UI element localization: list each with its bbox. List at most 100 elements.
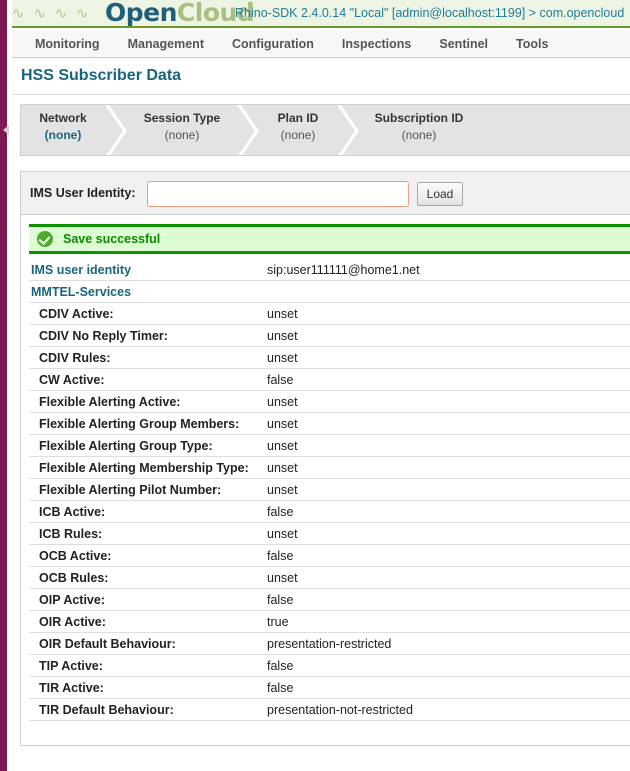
breadcrumb-item-value: (none)	[127, 128, 237, 142]
breadcrumb-item-name: Session Type	[127, 111, 237, 125]
table-row: Flexible Alerting Pilot Number: unset	[29, 479, 630, 501]
left-sidebar-rail	[0, 0, 7, 771]
row-label: MMTEL-Services	[29, 285, 131, 299]
table-row: CW Active:false	[29, 369, 630, 391]
breadcrumb-item-subscription-id[interactable]: Subscription ID (none)	[359, 105, 479, 156]
row-value: unset	[267, 461, 298, 475]
breadcrumb-item-name: Network	[21, 111, 105, 125]
chevron-left-icon	[3, 125, 9, 135]
sidebar-collapse-handle[interactable]	[0, 122, 12, 138]
breadcrumb-item-name: Subscription ID	[359, 111, 479, 125]
ims-user-identity-label: IMS User Identity:	[30, 186, 136, 200]
load-form-panel: IMS User Identity: Load	[20, 171, 630, 215]
row-label: ICB Active:	[29, 505, 105, 519]
row-value: false	[267, 659, 293, 673]
session-info: Rhino-SDK 2.4.0.14 "Local" [admin@localh…	[235, 6, 624, 20]
row-label: Flexible Alerting Pilot Number:	[29, 483, 221, 497]
table-row: ICB Rules: unset	[29, 523, 630, 545]
breadcrumb-separator-icon	[105, 105, 127, 156]
breadcrumb-item-network[interactable]: Network (none)	[21, 105, 105, 156]
row-value: false	[267, 681, 293, 695]
main-navigation: Monitoring Management Configuration Insp…	[7, 30, 630, 58]
row-value: false	[267, 373, 293, 387]
row-value: false	[267, 549, 293, 563]
table-row: OIR Active: true	[29, 611, 630, 633]
nav-item-sentinel[interactable]: Sentinel	[425, 37, 502, 51]
row-label: Flexible Alerting Group Type:	[29, 439, 213, 453]
nav-item-tools[interactable]: Tools	[502, 37, 562, 51]
breadcrumb-item-session-type[interactable]: Session Type (none)	[127, 105, 237, 156]
breadcrumb-item-value: (none)	[21, 128, 105, 142]
row-label: OIR Active:	[29, 615, 106, 629]
row-value: sip:user111111@home1.net	[267, 263, 420, 277]
page-title-bar: HSS Subscriber Data	[12, 59, 630, 95]
row-label: TIR Default Behaviour:	[29, 703, 174, 717]
row-label: ICB Rules:	[29, 527, 102, 541]
table-row: OIP Active: false	[29, 589, 630, 611]
row-label: Flexible Alerting Group Members:	[29, 417, 239, 431]
row-value: presentation-not-restricted	[267, 703, 413, 717]
table-row: ICB Active: false	[29, 501, 630, 523]
sidebar-gutter	[7, 0, 12, 771]
table-row: OCB Rules: unset	[29, 567, 630, 589]
check-circle-icon	[37, 231, 53, 247]
nav-item-monitoring[interactable]: Monitoring	[21, 37, 114, 51]
breadcrumb-item-value: (none)	[259, 128, 337, 142]
row-label: Flexible Alerting Membership Type:	[29, 461, 249, 475]
table-row: TIR Active: false	[29, 677, 630, 699]
row-value: unset	[267, 329, 298, 343]
row-value: unset	[267, 417, 298, 431]
row-label: IMS user identity	[29, 263, 131, 277]
row-value: unset	[267, 307, 298, 321]
row-value: presentation-restricted	[267, 637, 391, 651]
row-value: unset	[267, 439, 298, 453]
page-title: HSS Subscriber Data	[21, 67, 181, 85]
status-banner: Save successful	[29, 224, 630, 254]
table-row: OIR Default Behaviour: presentation-restr…	[29, 633, 630, 655]
ims-user-identity-input[interactable]	[147, 181, 409, 207]
status-banner-text: Save successful	[63, 232, 160, 246]
nav-item-configuration[interactable]: Configuration	[218, 37, 328, 51]
breadcrumb-item-value: (none)	[359, 128, 479, 142]
row-value: unset	[267, 483, 298, 497]
row-value: unset	[267, 351, 298, 365]
table-section-row: IMS user identity sip:user111111@home1.ne…	[29, 259, 630, 281]
table-row: CDIV Rules: unset	[29, 347, 630, 369]
row-value: true	[267, 615, 289, 629]
table-row: OCB Active: false	[29, 545, 630, 567]
table-row: CDIV Active: unset	[29, 303, 630, 325]
table-row: Flexible Alerting Membership Type: unset	[29, 457, 630, 479]
row-value: false	[267, 505, 293, 519]
nav-item-inspections[interactable]: Inspections	[328, 37, 425, 51]
row-label: Flexible Alerting Active:	[29, 395, 180, 409]
row-value: unset	[267, 395, 298, 409]
load-button[interactable]: Load	[417, 182, 463, 206]
table-row: TIP Active: false	[29, 655, 630, 677]
table-row: Flexible Alerting Active: unset	[29, 391, 630, 413]
row-label: OCB Rules:	[29, 571, 108, 585]
cloud-swirls-icon: ∿ ∿ ∿ ∿	[12, 4, 91, 22]
row-label: TIR Active:	[29, 681, 104, 695]
brand-open-text: Open	[105, 0, 177, 27]
subscriber-data-table: IMS user identity sip:user111111@home1.ne…	[29, 259, 630, 721]
row-label: CDIV Rules:	[29, 351, 111, 365]
table-row: TIR Default Behaviour: presentation-not-r…	[29, 699, 630, 721]
row-label: OIP Active:	[29, 593, 105, 607]
row-label: OIR Default Behaviour:	[29, 637, 176, 651]
row-label: OCB Active:	[29, 549, 111, 563]
table-section-row: MMTEL-Services	[29, 281, 630, 303]
row-value: false	[267, 593, 293, 607]
breadcrumb-separator-icon	[237, 105, 259, 156]
nav-list: Monitoring Management Configuration Insp…	[7, 30, 630, 57]
breadcrumb-item-plan-id[interactable]: Plan ID(none)	[259, 105, 337, 156]
breadcrumb-separator-icon	[337, 105, 359, 156]
table-row: CDIV No Reply Timer:unset	[29, 325, 630, 347]
row-value: unset	[267, 527, 298, 541]
nav-item-management[interactable]: Management	[114, 37, 218, 51]
subscriber-data-panel: Save successful IMS user identity sip:use…	[20, 215, 630, 746]
breadcrumb: Network(none)Session Type(none)Plan ID(n…	[20, 104, 630, 156]
row-value: unset	[267, 571, 298, 585]
brand-logo[interactable]: OpenCloud	[105, 0, 254, 27]
row-label: TIP Active:	[29, 659, 103, 673]
row-label: CDIV Active:	[29, 307, 114, 321]
